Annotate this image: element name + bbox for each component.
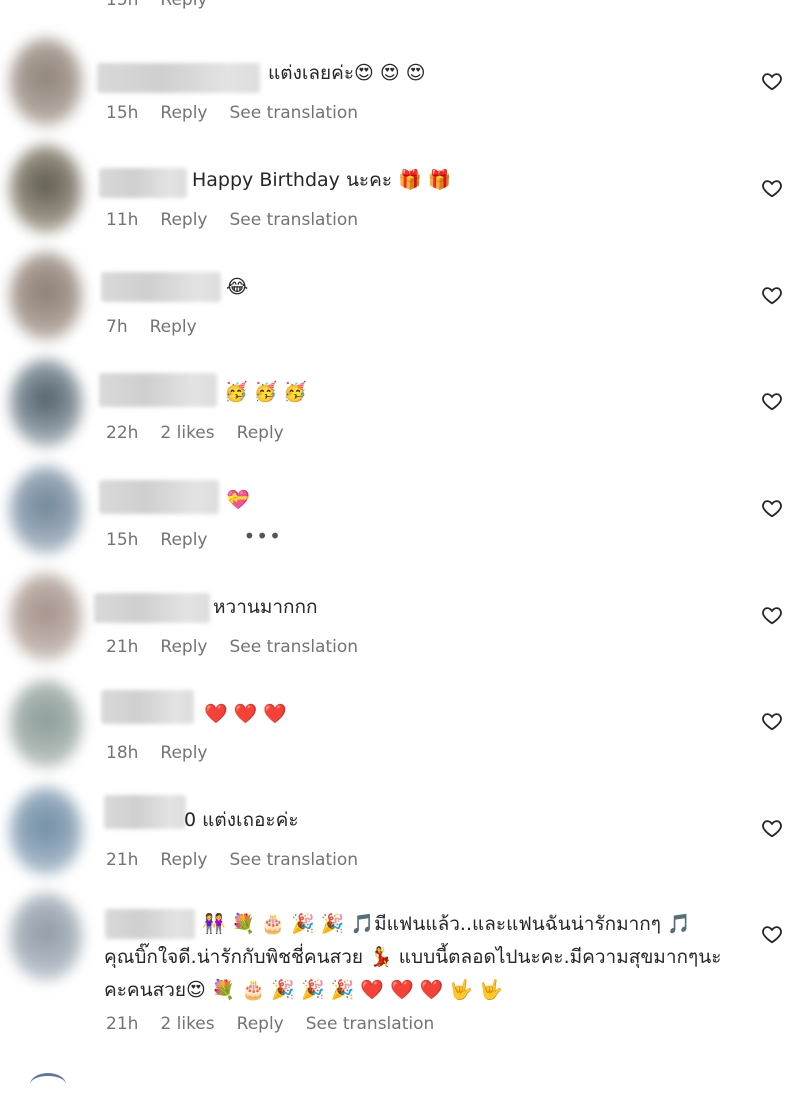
previous-comment-meta: 15h Reply	[106, 0, 208, 10]
comment-meta: 22h 2 likes Reply	[106, 422, 284, 444]
comment-meta: 7h Reply	[106, 316, 197, 338]
reply-button[interactable]: Reply	[150, 316, 197, 338]
comment-meta: 21h Reply See translation	[106, 636, 358, 658]
comment-time: 18h	[106, 743, 139, 763]
reply-button[interactable]: Reply	[237, 1013, 284, 1035]
like-heart-icon[interactable]	[761, 390, 783, 412]
comment-time: 15h	[106, 103, 139, 123]
comment-text: 👭 💐 🎂 🎉 🎉 🎵มีแฟนแล้ว..และแฟนฉันน่ารักมาก…	[104, 913, 722, 1001]
likes-count[interactable]: 2 likes	[160, 422, 214, 444]
comment-time: 21h	[106, 637, 139, 657]
more-options-icon[interactable]: •••	[244, 526, 282, 551]
reply-button[interactable]: Reply	[160, 742, 207, 764]
reply-button[interactable]: Reply	[160, 209, 207, 231]
like-heart-icon[interactable]	[761, 604, 783, 626]
comment-time: 15h	[106, 0, 139, 10]
avatar[interactable]	[10, 359, 82, 447]
username-blurred[interactable]	[101, 690, 194, 724]
avatar[interactable]	[10, 145, 82, 233]
reply-button[interactable]: Reply	[160, 849, 207, 871]
comment-text: หวานมากกก	[213, 596, 318, 618]
see-translation-button[interactable]: See translation	[230, 849, 359, 871]
like-heart-icon[interactable]	[761, 177, 783, 199]
comment-time: 7h	[106, 317, 128, 337]
reply-button[interactable]: Reply	[160, 102, 207, 124]
comment-text: ❤️ ❤️ ❤️	[204, 703, 288, 725]
avatar[interactable]	[10, 787, 82, 875]
username-blurred[interactable]	[99, 373, 217, 407]
comment-meta: 15h Reply •••	[106, 526, 282, 551]
comment-meta: 21h 2 likes Reply See translation	[106, 1013, 434, 1035]
comment-time: 22h	[106, 423, 139, 443]
comment-text: 0 แต่งเถอะค่ะ	[184, 809, 299, 831]
comment-text: Happy Birthday นะคะ 🎁 🎁	[192, 169, 452, 191]
like-heart-icon[interactable]	[761, 923, 783, 945]
see-translation-button[interactable]: See translation	[306, 1013, 435, 1035]
like-heart-icon[interactable]	[761, 817, 783, 839]
avatar[interactable]	[10, 38, 82, 126]
like-heart-icon[interactable]	[761, 284, 783, 306]
username-blurred[interactable]	[97, 63, 260, 93]
comment-meta: 15h Reply See translation	[106, 102, 358, 124]
username-blurred[interactable]	[99, 480, 219, 514]
next-comment-avatar-edge	[30, 1073, 66, 1096]
like-heart-icon[interactable]	[761, 497, 783, 519]
see-translation-button[interactable]: See translation	[230, 102, 359, 124]
comment-text: 🥳 🥳 🥳	[224, 381, 308, 403]
comment-time: 21h	[106, 850, 139, 870]
username-blurred[interactable]	[94, 593, 210, 623]
avatar[interactable]	[10, 680, 82, 768]
comment-text: 💝	[226, 489, 250, 511]
comment-meta: 21h Reply See translation	[106, 849, 358, 871]
username-blurred[interactable]	[104, 795, 186, 829]
like-heart-icon[interactable]	[761, 70, 783, 92]
comment-time: 15h	[106, 530, 139, 550]
avatar[interactable]	[10, 573, 82, 661]
likes-count[interactable]: 2 likes	[160, 1013, 214, 1035]
avatar[interactable]	[10, 252, 82, 340]
reply-button[interactable]: Reply	[160, 636, 207, 658]
see-translation-button[interactable]: See translation	[230, 209, 359, 231]
comment-text: แต่งเลยค่ะ😍 😍 😍	[268, 62, 426, 84]
reply-button[interactable]: Reply	[160, 0, 207, 10]
reply-button[interactable]: Reply	[160, 529, 207, 551]
comment-meta: 11h Reply See translation	[106, 209, 358, 231]
comment-time: 21h	[106, 1014, 139, 1034]
avatar[interactable]	[10, 893, 82, 981]
comment-text: 😂	[226, 276, 249, 298]
username-blurred[interactable]	[99, 168, 187, 198]
comment-meta: 18h Reply	[106, 742, 208, 764]
username-blurred[interactable]	[101, 272, 221, 302]
comment-time: 11h	[106, 210, 139, 230]
see-translation-button[interactable]: See translation	[230, 636, 359, 658]
avatar[interactable]	[10, 466, 82, 554]
like-heart-icon[interactable]	[761, 710, 783, 732]
reply-button[interactable]: Reply	[237, 422, 284, 444]
